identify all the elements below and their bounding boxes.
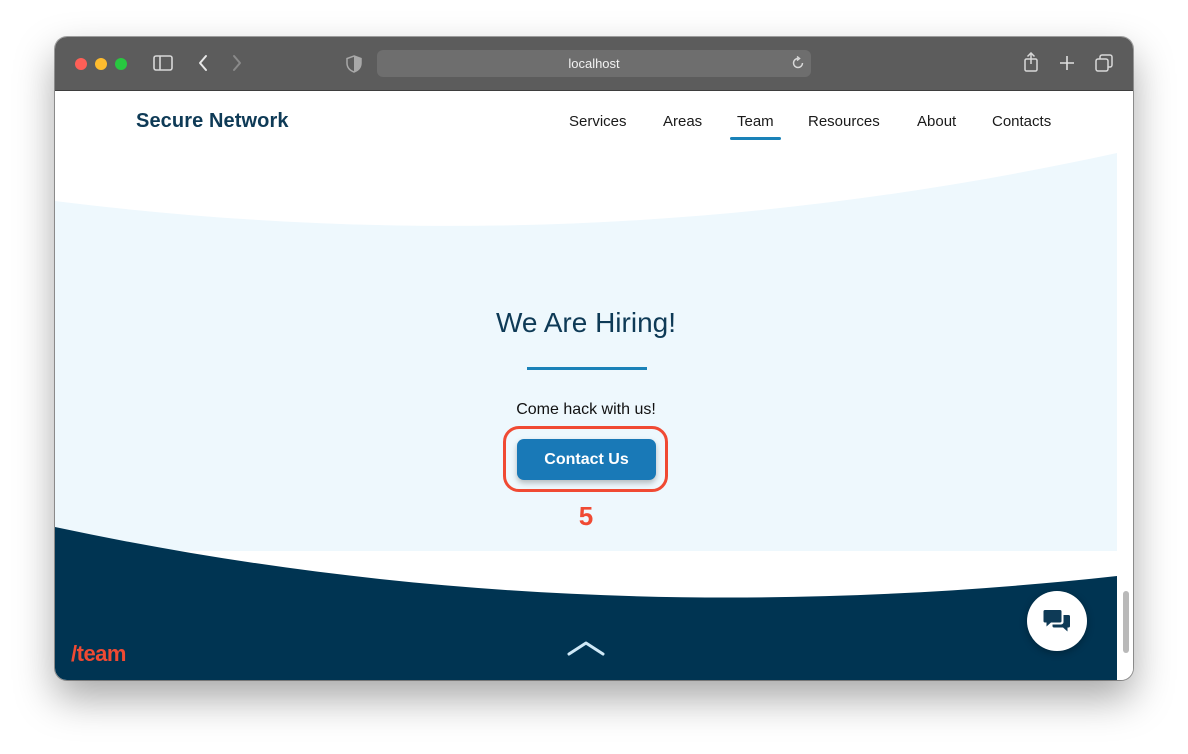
web-page: Secure Network Services Areas Team Resou… <box>55 91 1133 680</box>
minimize-window-button[interactable] <box>95 58 107 70</box>
address-bar[interactable]: localhost <box>377 50 811 77</box>
site-logo-text[interactable]: Secure Network <box>136 110 289 133</box>
chevron-left-icon[interactable] <box>197 54 209 77</box>
nav-item-areas[interactable]: Areas <box>663 113 702 130</box>
reload-icon[interactable] <box>791 55 805 75</box>
annotation-marker: 5 <box>578 501 594 531</box>
close-window-button[interactable] <box>75 58 87 70</box>
site-header: Secure Network Services Areas Team Resou… <box>55 91 1117 151</box>
contact-us-button[interactable]: Contact Us <box>517 439 656 480</box>
page-scrollbar[interactable] <box>1123 591 1129 653</box>
browser-window: localhost Secure Network Services Areas … <box>55 37 1133 680</box>
nav-item-contacts[interactable]: Contacts <box>992 113 1051 130</box>
tabs-overview-icon[interactable] <box>1095 54 1113 77</box>
hiring-subtitle: Come hack with us! <box>516 401 656 418</box>
plus-icon[interactable] <box>1059 55 1075 76</box>
hiring-heading: We Are Hiring! <box>496 307 676 338</box>
page-path-label: /team <box>71 641 126 666</box>
page-background-waves <box>55 153 1117 680</box>
nav-item-about[interactable]: About <box>917 113 956 130</box>
nav-item-team[interactable]: Team <box>730 113 781 140</box>
chevron-right-icon[interactable] <box>231 54 243 77</box>
sidebar-toggle-icon[interactable] <box>153 55 173 76</box>
zoom-window-button[interactable] <box>115 58 127 70</box>
chevron-up-icon[interactable] <box>567 639 605 662</box>
chat-launcher-button[interactable] <box>1027 591 1087 651</box>
nav-item-resources[interactable]: Resources <box>808 113 880 130</box>
share-icon[interactable] <box>1023 51 1039 77</box>
shield-icon[interactable] <box>346 55 362 78</box>
nav-item-services[interactable]: Services <box>569 113 627 130</box>
heading-divider <box>527 367 647 370</box>
browser-toolbar: localhost <box>55 37 1133 91</box>
url-text: localhost <box>568 56 620 71</box>
